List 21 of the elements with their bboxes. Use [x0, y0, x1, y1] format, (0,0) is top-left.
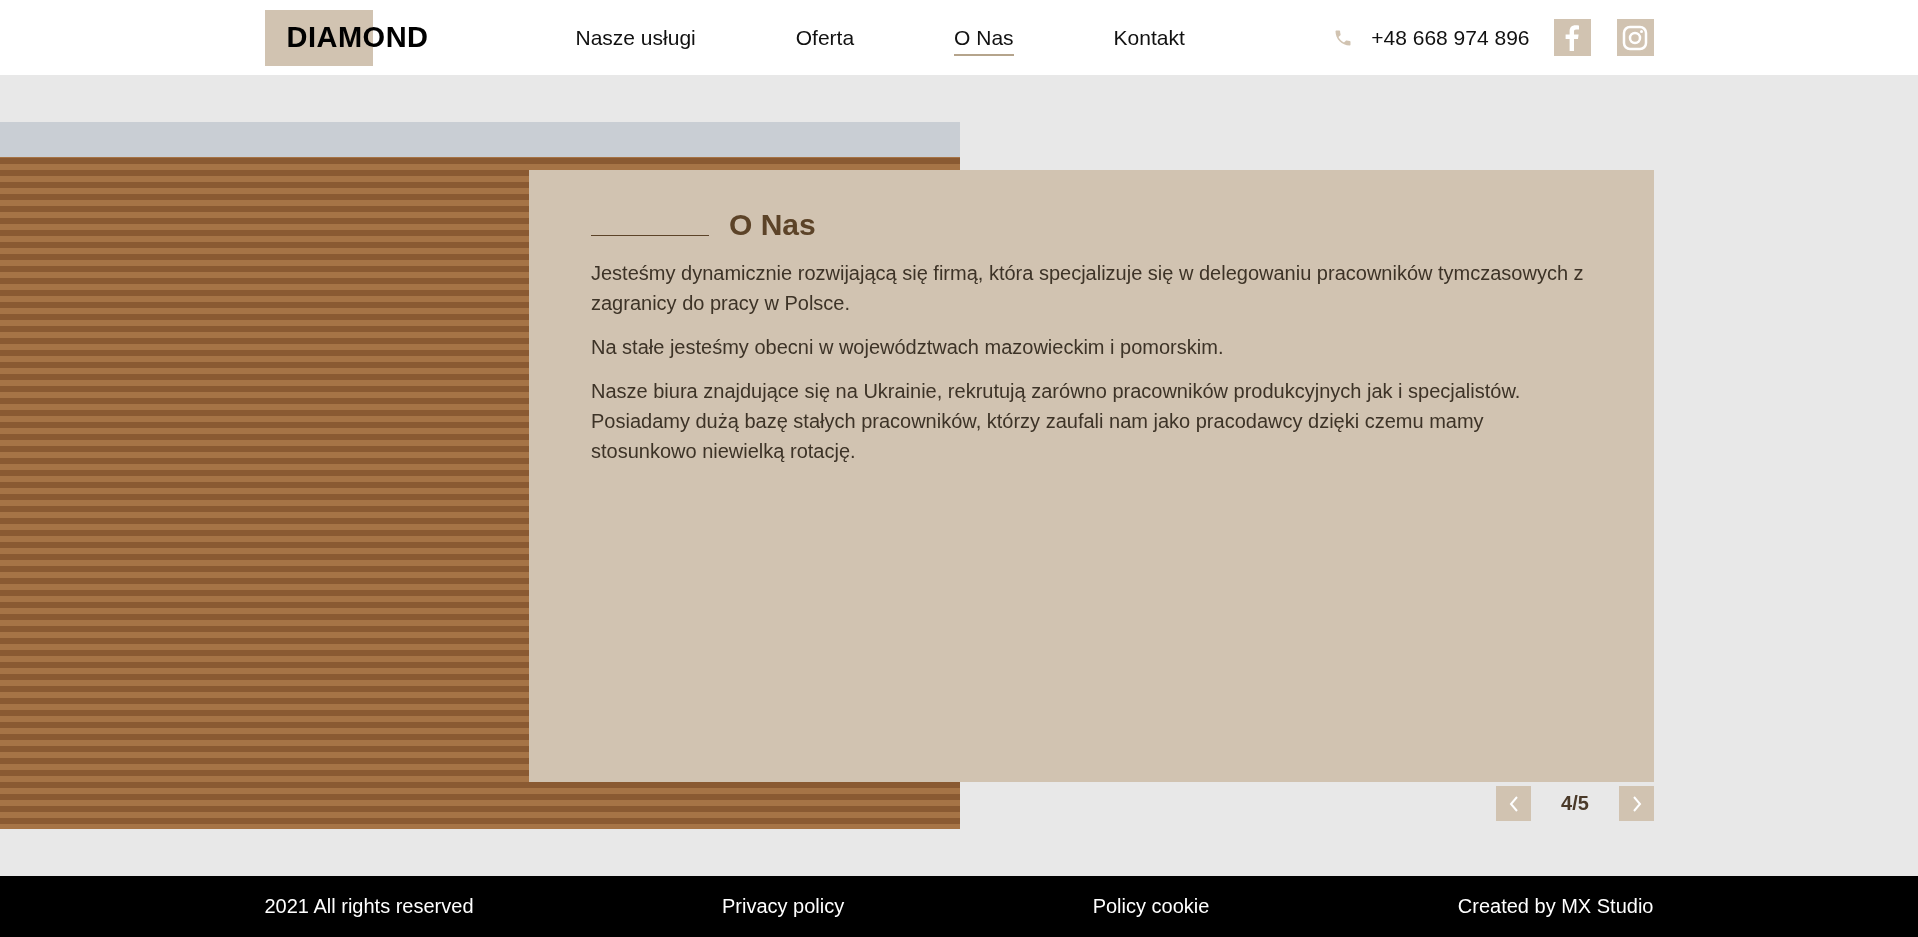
footer-link[interactable]: Privacy policy [721, 895, 845, 918]
next-button[interactable] [1619, 786, 1654, 821]
paragraph: Jesteśmy dynamicznie rozwijającą się firmą, która specjalizuje się w delegowaniu pracowników tymczasowych z zagranicy do pracy w Polsce. [591, 261, 1585, 316]
slide-counter: 4/5 [1560, 792, 1590, 815]
previous-button[interactable] [1496, 786, 1531, 821]
nav-link[interactable]: Kontakt [1113, 25, 1185, 56]
paragraph: Nasze biura znajdujące się na Ukrainie, rekrutują zarówno pracowników produkcyjnych jak i specjalistów. Posiadamy dużą bazę stałych pracowników, którzy zaufali nam jako pracodawcy dzięki czemu mamy stosunkowo niewielką rotację. [591, 379, 1522, 464]
footer-link[interactable]: 2021 All rights reserved [264, 895, 474, 918]
footer-link[interactable]: Created by MX Studio [1457, 895, 1654, 918]
chevron-left-icon [1508, 794, 1519, 813]
paragraph: Na stałe jesteśmy obecni w województwach mazowieckim i pomorskim. [591, 335, 1225, 360]
logo[interactable]: DIAMOND [264, 9, 457, 66]
instagram-icon[interactable] [1616, 19, 1654, 56]
chevron-right-icon [1631, 794, 1642, 813]
footer-link[interactable]: Policy cookie [1092, 895, 1210, 918]
section-title: O Nas [729, 208, 816, 242]
nav-link[interactable]: Nasze usługi [575, 25, 696, 56]
nav-link[interactable]: Oferta [795, 25, 855, 56]
phone-number[interactable]: +48 668 974 896 [1371, 25, 1530, 50]
facebook-icon[interactable] [1553, 19, 1591, 56]
nav-link[interactable]: O Nas [954, 25, 1014, 56]
